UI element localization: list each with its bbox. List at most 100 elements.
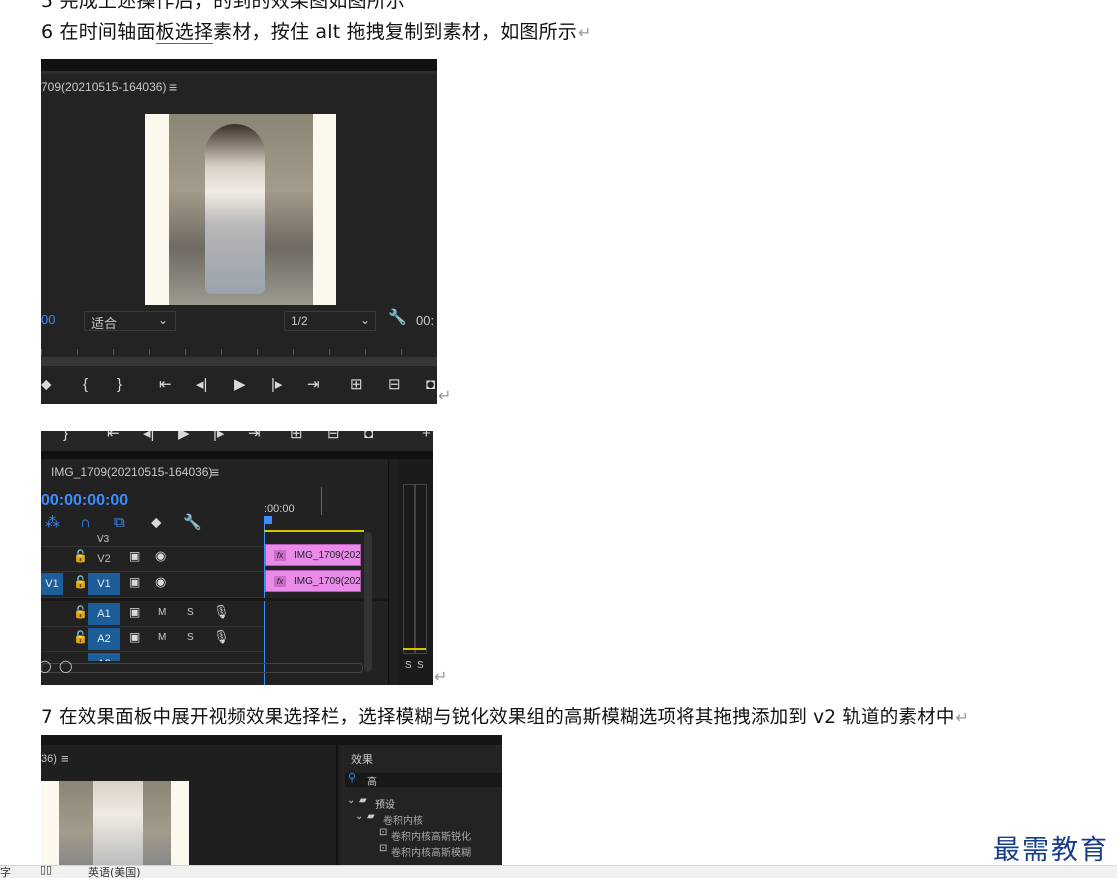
audio-meter: S S <box>399 459 433 685</box>
fit-dropdown[interactable]: 适合 ⌄ <box>84 311 176 331</box>
watermark-logo: 最需教育 <box>993 835 1109 866</box>
return-mark: ↵ <box>438 386 452 405</box>
add-icon: + <box>422 431 431 442</box>
marker-icon[interactable]: ⬥ <box>41 377 52 392</box>
meter-solo-right[interactable]: S <box>417 660 424 671</box>
film-icon[interactable]: ▣ <box>129 606 140 618</box>
timeline-timecode: 00:00:00:00 <box>41 492 129 509</box>
lock-icon[interactable]: 🔓 <box>73 631 88 643</box>
monitor-title: 36) <box>41 753 57 765</box>
chevron-down-icon: ⌄ <box>158 313 169 327</box>
chevron-down-icon: ⌄ <box>355 811 364 822</box>
step5-text: 5 完成上述操作后，的到的效果图如图所示 <box>41 0 406 12</box>
step-forward-icon: |▸ <box>213 431 225 442</box>
monitor-timecode-right: 00: <box>416 313 435 328</box>
chevron-down-icon: ⌄ <box>360 313 371 327</box>
vertical-scrollbar[interactable] <box>364 532 372 672</box>
go-to-out-icon[interactable]: ⇥ <box>307 377 320 392</box>
film-icon[interactable]: ▣ <box>129 631 140 643</box>
quality-dropdown[interactable]: 1/2 ⌄ <box>284 311 376 331</box>
playhead[interactable] <box>264 517 265 685</box>
layout-icon[interactable]: ▯▯ <box>40 863 52 876</box>
timeline-screenshot: } ⇤ ◂| ▶ |▸ ⇥ ⊞ ⊟ ◘ + IMG_1709(20210515-… <box>41 431 433 685</box>
lock-icon[interactable]: 🔓 <box>73 550 88 562</box>
overwrite-icon: ⊟ <box>327 431 340 442</box>
timeline-panel: IMG_1709(20210515-164036) ≡ 00:00:00:00 … <box>41 459 389 685</box>
language-status[interactable]: 英语(美国) <box>88 864 141 880</box>
play-icon: ▶ <box>178 431 190 442</box>
folder-icon: ▰ <box>367 811 375 822</box>
ruler-time: :00:00 <box>264 503 295 515</box>
linked-selection-icon[interactable]: ⧉ <box>114 515 125 530</box>
insert-icon[interactable]: ⊞ <box>350 377 363 392</box>
tree-item-convolution[interactable]: ⌄ ▰ 卷积内核 <box>347 811 502 827</box>
track-a1: 🔓 A1 ▣ M S 🎙 <box>41 601 264 627</box>
tree-item-gaussian-blur[interactable]: ⊡ 卷积内核高斯模糊 <box>347 843 502 859</box>
fx-badge-icon: fx <box>274 576 286 587</box>
wrench-icon[interactable]: 🔧 <box>183 515 202 530</box>
effects-panel-title: 效果 <box>351 754 373 766</box>
transport-controls: ⬥ { } ⇤ ◂| ▶ |▸ ⇥ ⊞ ⊟ ◘ <box>41 377 437 397</box>
clip-v1[interactable]: fx IMG_1709(2021 <box>265 570 361 592</box>
effects-screenshot: 36) ≡ 效果 ⚲ 高 ⌄ ▰ 预设 ⌄ ▰ 卷积内核 ⊡ 卷积内核高斯锐化 <box>41 735 502 865</box>
lock-icon[interactable]: 🔓 <box>73 606 88 618</box>
folder-icon: ▰ <box>359 795 367 806</box>
go-to-out-icon: ⇥ <box>248 431 261 442</box>
monitor-timecode: 00 <box>41 312 56 327</box>
mark-in-icon[interactable]: { <box>83 377 88 392</box>
wrench-icon[interactable]: 🔧 <box>388 310 407 325</box>
film-icon[interactable]: ▣ <box>129 576 140 588</box>
overwrite-icon[interactable]: ⊟ <box>388 377 401 392</box>
play-icon[interactable]: ▶ <box>234 377 246 392</box>
monitor-menu-icon[interactable]: ≡ <box>61 751 69 766</box>
mark-out-icon: } <box>63 431 69 442</box>
step-back-icon[interactable]: ◂| <box>196 377 207 392</box>
lock-icon[interactable]: 🔓 <box>73 576 88 588</box>
video-frame <box>145 114 336 305</box>
effects-search-input[interactable]: ⚲ 高 <box>345 772 502 788</box>
camera-icon[interactable]: ◘ <box>426 377 435 392</box>
timeline-title: IMG_1709(20210515-164036) <box>51 465 213 479</box>
microphone-icon[interactable]: 🎙 <box>213 605 230 618</box>
effects-tree: ⌄ ▰ 预设 ⌄ ▰ 卷积内核 ⊡ 卷积内核高斯锐化 ⊡ 卷积内核高斯模糊 <box>347 795 502 859</box>
film-icon[interactable]: ▣ <box>129 550 140 562</box>
eye-icon[interactable]: ◉ <box>155 575 166 588</box>
program-monitor-screenshot: 709(20210515-164036) ≡ 00 适合 ⌄ 1/2 ⌄ 🔧 0… <box>41 59 437 404</box>
go-to-in-icon[interactable]: ⇤ <box>159 377 172 392</box>
monitor-menu-icon[interactable]: ≡ <box>169 79 177 95</box>
status-bar: 字 ▯▯ 英语(美国) <box>0 863 1117 880</box>
camera-icon: ◘ <box>364 431 374 442</box>
tree-item-presets[interactable]: ⌄ ▰ 预设 <box>347 795 502 811</box>
timeline-menu-icon[interactable]: ≡ <box>211 464 219 480</box>
video-frame <box>41 781 189 865</box>
track-v3: V3 <box>41 532 264 547</box>
status-left: 字 <box>0 866 11 879</box>
track-a3: A3 <box>41 651 264 661</box>
microphone-icon[interactable]: 🎙 <box>213 630 230 643</box>
solo-button[interactable]: S <box>187 632 194 643</box>
snap-icon[interactable]: ⁂ <box>45 515 60 530</box>
track-v1: V1 🔓 V1 ▣ ◉ <box>41 571 264 598</box>
scroll-handle-left[interactable]: ◯ <box>41 660 51 672</box>
eye-icon[interactable]: ◉ <box>155 549 166 562</box>
time-ruler[interactable] <box>41 341 437 355</box>
fx-badge-icon: fx <box>274 550 286 561</box>
meter-solo-left[interactable]: S <box>405 660 412 671</box>
solo-button[interactable]: S <box>187 607 194 618</box>
step-forward-icon[interactable]: |▸ <box>271 377 282 392</box>
scroll-handle-right[interactable]: ◯ <box>59 660 72 672</box>
source-v1[interactable]: V1 <box>41 573 63 595</box>
monitor-title: 709(20210515-164036) <box>41 80 167 94</box>
mute-button[interactable]: M <box>158 632 166 643</box>
search-icon: ⚲ <box>348 772 357 784</box>
mark-out-icon[interactable]: } <box>117 377 122 392</box>
preset-icon: ⊡ <box>379 827 388 838</box>
marker-icon[interactable]: ⬥ <box>151 515 162 530</box>
horizontal-scrollbar[interactable] <box>41 663 363 673</box>
magnet-icon[interactable]: ∩ <box>80 515 91 530</box>
tree-item-sharpen[interactable]: ⊡ 卷积内核高斯锐化 <box>347 827 502 843</box>
return-mark: ↵ <box>434 667 448 686</box>
mute-button[interactable]: M <box>158 607 166 618</box>
chevron-down-icon: ⌄ <box>347 795 356 806</box>
clip-v2[interactable]: fx IMG_1709(2021 <box>265 544 361 566</box>
